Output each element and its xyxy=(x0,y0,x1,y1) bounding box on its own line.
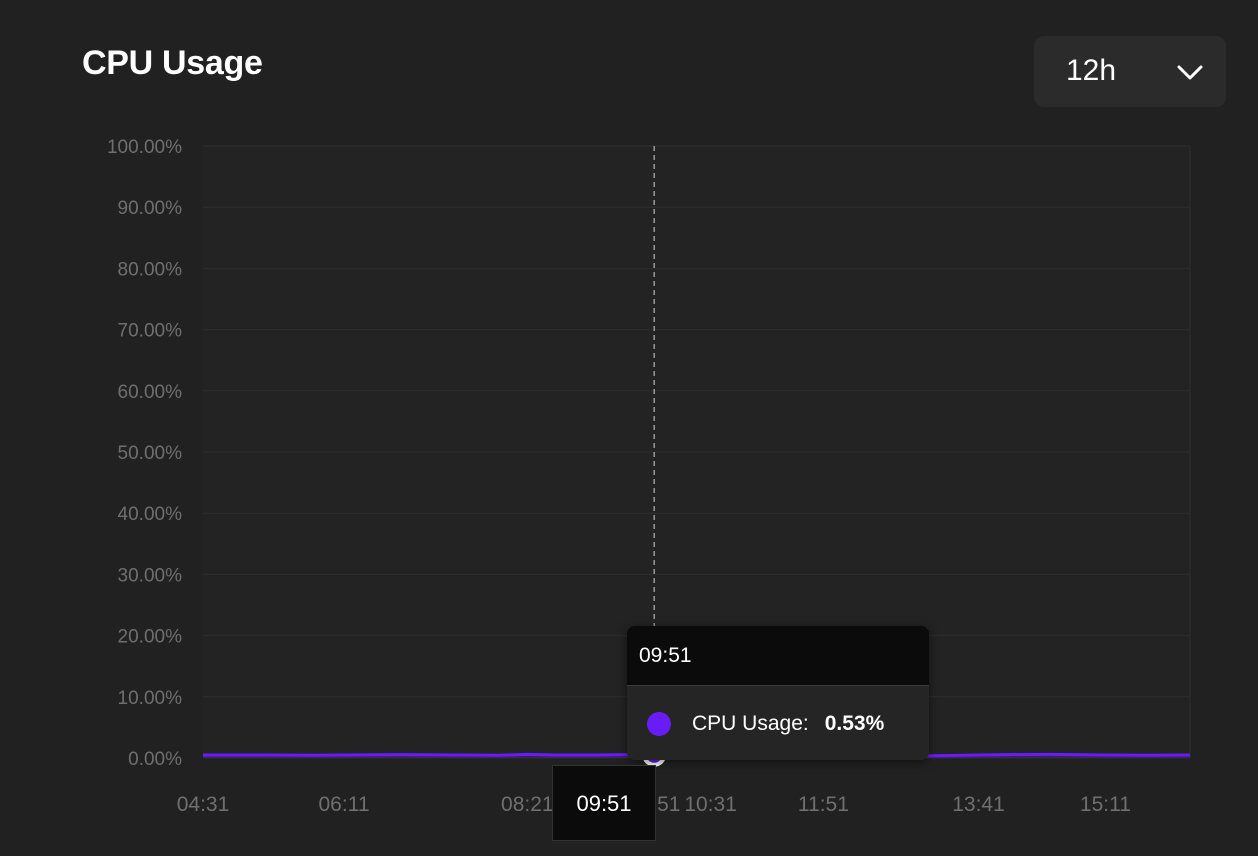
y-tick-label: 80.00% xyxy=(118,259,183,280)
y-tick-label: 50.00% xyxy=(118,443,183,464)
x-cursor-label: 09:51 xyxy=(552,765,656,841)
x-tick-label: 13:41 xyxy=(952,793,1005,816)
x-tick-label: 06:11 xyxy=(319,793,370,816)
tooltip-series-label: CPU Usage: xyxy=(692,712,809,735)
y-tick-label: 20.00% xyxy=(118,627,183,648)
x-tick-label: 08:21 xyxy=(501,793,554,816)
series-color-dot xyxy=(647,712,671,736)
chart-tooltip: 09:51 CPU Usage: 0.53% xyxy=(627,626,929,760)
y-tick-label: 100.00% xyxy=(107,137,182,158)
tooltip-time: 09:51 xyxy=(627,626,929,686)
y-tick-label: 70.00% xyxy=(118,321,183,342)
tooltip-value: 0.53% xyxy=(824,712,885,735)
y-tick-label: 40.00% xyxy=(118,504,183,525)
y-tick-label: 60.00% xyxy=(118,382,183,403)
y-tick-label: 90.00% xyxy=(118,198,183,219)
x-tick-label: 04:31 xyxy=(177,793,230,816)
tooltip-row: CPU Usage: 0.53% xyxy=(647,712,884,736)
y-tick-label: 10.00% xyxy=(118,688,183,709)
x-tick-label: 10:31 xyxy=(684,793,737,816)
x-tick-label: 15:11 xyxy=(1080,793,1131,816)
x-tick-label: 11:51 xyxy=(798,793,849,816)
y-tick-label: 30.00% xyxy=(118,565,183,586)
y-tick-label: 0.00% xyxy=(128,749,182,770)
